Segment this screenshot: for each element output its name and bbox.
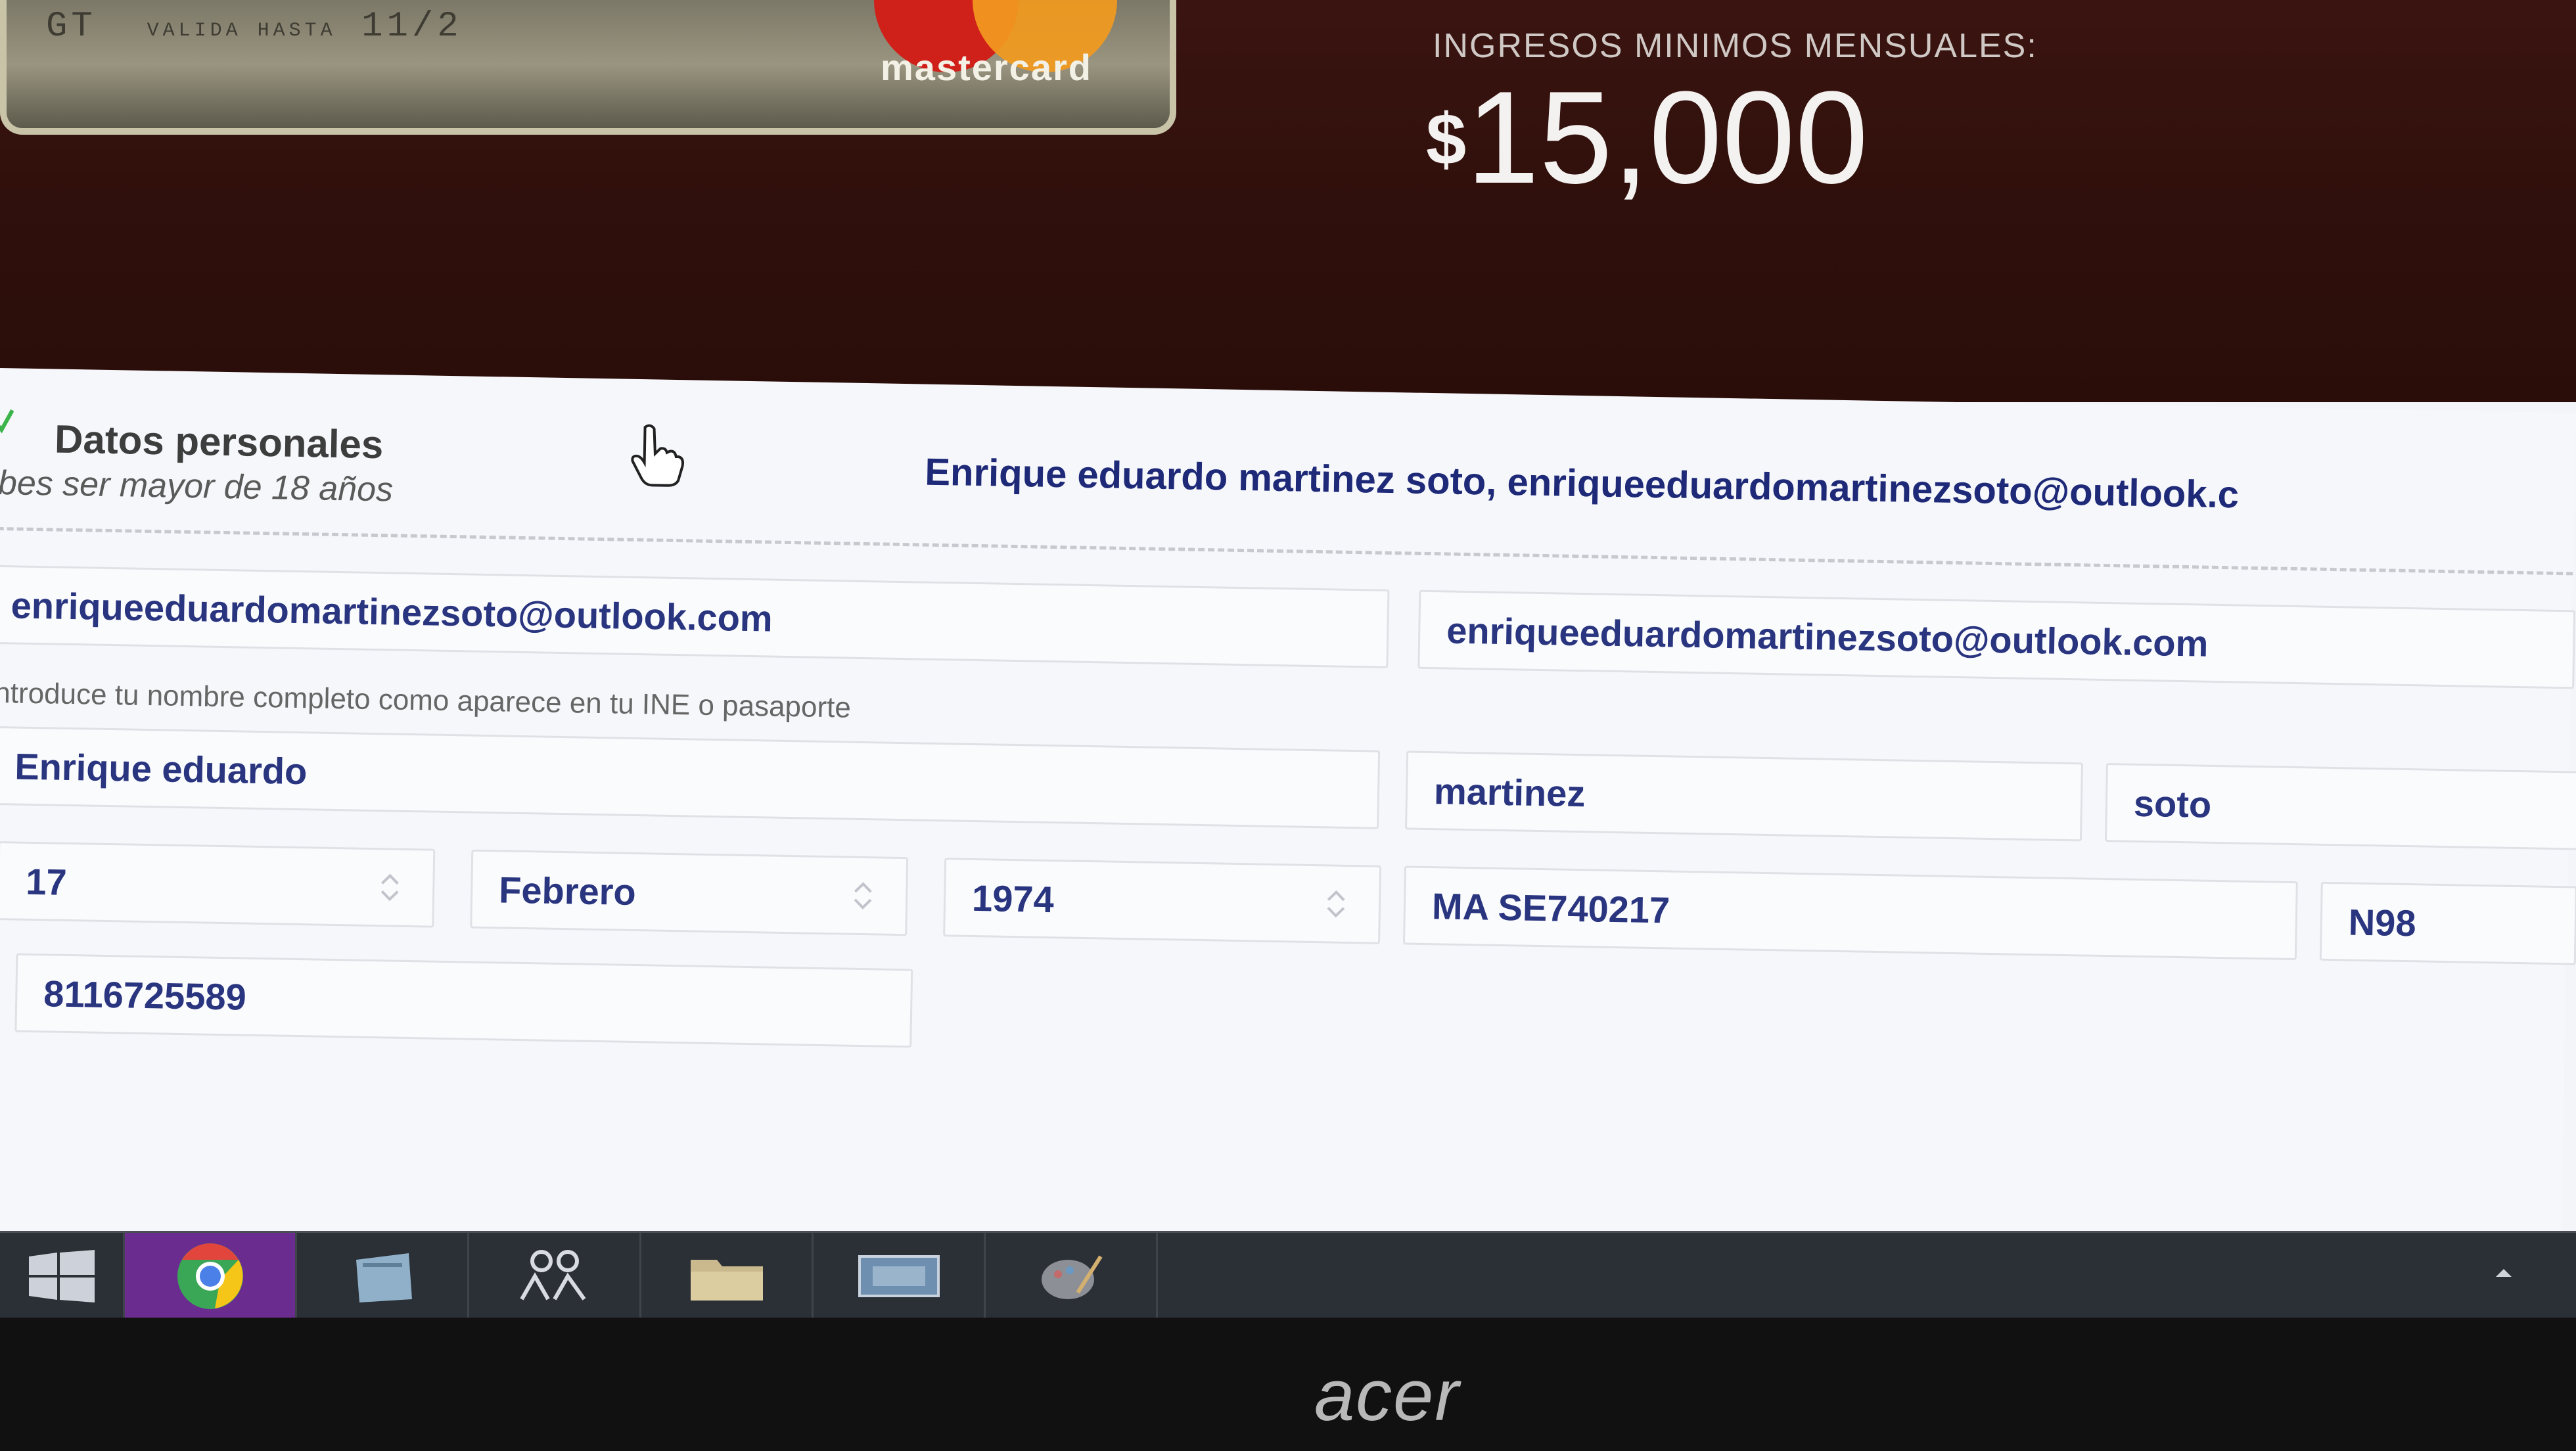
- browser-viewport: GT VALIDA HASTA 11/2 mastercard INGRESOS…: [0, 0, 2576, 1318]
- phone-field[interactable]: 8116725589: [14, 953, 913, 1048]
- income-value: $15,000: [1426, 62, 1868, 214]
- maternal-surname-field[interactable]: soto: [2104, 763, 2576, 850]
- taskbar-people[interactable]: [469, 1233, 641, 1318]
- rfc-field[interactable]: MA SE740217: [1403, 865, 2298, 961]
- taskbar-screenshot-tool[interactable]: [814, 1233, 986, 1318]
- folder-icon: [690, 1260, 763, 1301]
- mastercard-wordmark: mastercard: [881, 47, 1092, 88]
- taskbar-notepad[interactable]: [297, 1233, 469, 1318]
- monitor-brand-logo: acer: [1314, 1355, 1460, 1436]
- birth-month-select[interactable]: Febrero: [470, 849, 909, 936]
- taskbar-chrome[interactable]: [125, 1233, 297, 1318]
- chrome-icon: [177, 1243, 243, 1309]
- select-arrows-icon: [854, 882, 872, 910]
- taskbar-paint[interactable]: [986, 1233, 1158, 1318]
- currency-symbol: $: [1426, 99, 1467, 180]
- check-icon: [0, 409, 14, 434]
- windows-start-button[interactable]: [0, 1233, 125, 1318]
- hand-cursor-icon: [631, 424, 685, 487]
- birth-year-select[interactable]: 1974: [943, 858, 1382, 944]
- people-icon: [519, 1250, 586, 1301]
- notepad-icon: [356, 1253, 412, 1302]
- screenshot-icon: [858, 1255, 940, 1297]
- taskbar: [0, 1231, 2576, 1318]
- income-label: INGRESOS MINIMOS MENSUALES:: [1433, 27, 2038, 65]
- birth-day-select[interactable]: 17: [0, 841, 436, 928]
- select-arrows-icon: [380, 873, 399, 902]
- card-number-fragment: GT VALIDA HASTA 11/2: [46, 7, 463, 47]
- monitor-bezel: acer: [0, 1318, 2576, 1451]
- personal-data-form: Datos personales bes ser mayor de 18 año…: [0, 368, 2576, 1281]
- card-hero-banner: GT VALIDA HASTA 11/2 mastercard INGRESOS…: [0, 0, 2576, 402]
- section-subtitle: bes ser mayor de 18 años: [0, 463, 394, 509]
- section-title: Datos personales: [54, 417, 384, 467]
- email-field[interactable]: enriqueeduardomartinezsoto@outlook.com: [0, 564, 1390, 668]
- income-amount: 15,000: [1466, 64, 1868, 211]
- taskbar-file-explorer[interactable]: [641, 1233, 814, 1318]
- applicant-summary: Enrique eduardo martinez soto, enriqueed…: [924, 450, 2240, 517]
- first-names-field[interactable]: Enrique eduardo: [0, 726, 1381, 829]
- paint-icon: [1041, 1255, 1103, 1299]
- section-divider: [0, 526, 2573, 576]
- select-arrows-icon: [1327, 890, 1345, 918]
- windows-logo-icon: [28, 1250, 95, 1302]
- paternal-surname-field[interactable]: martinez: [1405, 750, 2084, 842]
- name-hint: ntroduce tu nombre completo como aparece…: [0, 676, 852, 724]
- tray-expand-icon[interactable]: [2491, 1262, 2517, 1282]
- credit-card-image: GT VALIDA HASTA 11/2 mastercard: [0, 0, 1176, 135]
- homoclave-field[interactable]: N98: [2319, 881, 2576, 965]
- email-confirm-field[interactable]: enriqueeduardomartinezsoto@outlook.com: [1417, 589, 2576, 689]
